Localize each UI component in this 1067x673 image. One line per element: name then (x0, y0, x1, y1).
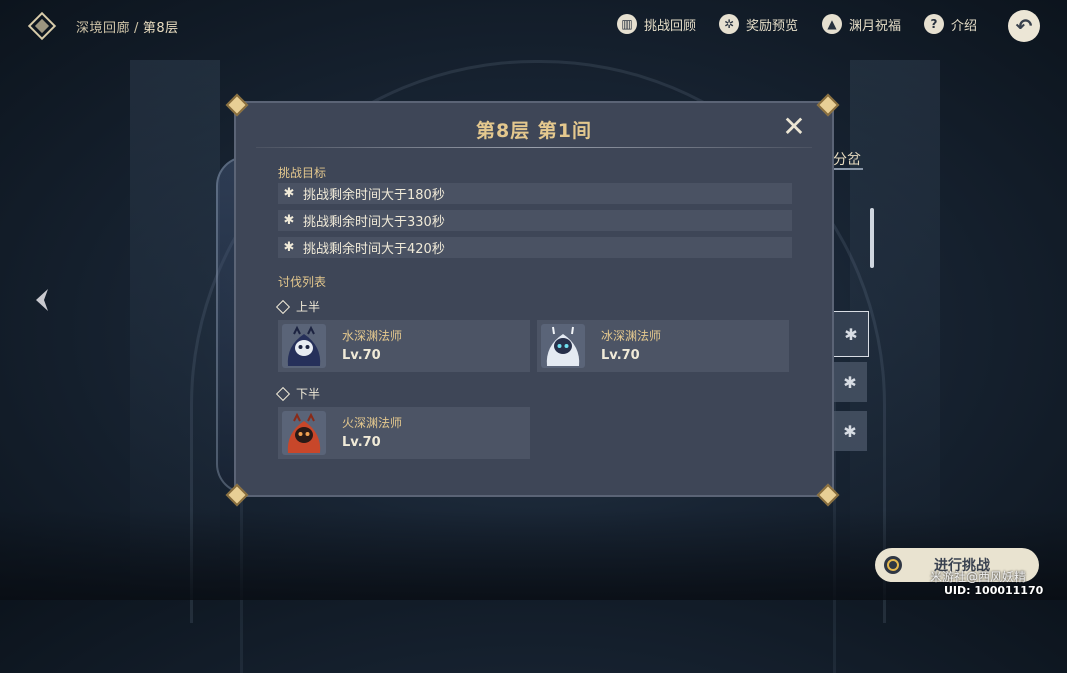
nav-intro[interactable]: ? 介绍 (924, 14, 977, 34)
star-icon: ✱ (283, 213, 295, 228)
enemy-name: 冰深渊法师 (601, 329, 662, 343)
cryo-abyss-mage-avatar (541, 324, 585, 368)
right-tab-branch[interactable]: 分岔 (833, 149, 861, 169)
breadcrumb-current: 第8层 (142, 21, 179, 36)
right-scrollbar[interactable] (870, 208, 874, 268)
breadcrumb-separator: / (134, 21, 139, 36)
breadcrumb: 深境回廊 / 第8层 (76, 17, 179, 36)
goals-heading: 挑战目标 (278, 166, 327, 180)
circle-icon (884, 556, 902, 574)
diamond-icon (275, 299, 291, 314)
enemy-name: 水深渊法师 (342, 329, 403, 343)
right-tab-underline (833, 168, 863, 170)
right-side-button-1[interactable]: ✱ (833, 311, 869, 357)
nav-blessing[interactable]: ▲ 渊月祝福 (822, 14, 901, 34)
goal-text: 挑战剩余时间大于420秒 (303, 242, 445, 257)
uid-label: UID: 100011170 (944, 584, 1044, 597)
diamond-icon (275, 386, 291, 401)
top-bar: 深境回廊 / 第8层 ▥ 挑战回顾 ✲ 奖励预览 ▲ 渊月祝福 ? 介绍 ↶ (0, 0, 1067, 52)
nav-challenge-review[interactable]: ▥ 挑战回顾 (617, 14, 696, 34)
hydro-abyss-mage-avatar (282, 324, 326, 368)
enemy-card-hydro-abyss-mage[interactable]: 水深渊法师 Lv.70 (278, 320, 530, 372)
star-icon: ✱ (843, 421, 857, 441)
enemy-card-pyro-abyss-mage[interactable]: 火深渊法师 Lv.70 (278, 407, 530, 459)
dialog-title: 第8层 第1间 (475, 120, 593, 142)
second-half-text: 下半 (296, 387, 321, 401)
star-icon: ✱ (283, 186, 295, 201)
enemies-heading: 讨伐列表 (278, 275, 327, 289)
back-button[interactable]: ↶ (1008, 10, 1040, 42)
nav-reward-preview[interactable]: ✲ 奖励预览 (719, 14, 798, 34)
goal-text: 挑战剩余时间大于180秒 (303, 188, 445, 203)
goal-row: ✱ 挑战剩余时间大于420秒 (278, 237, 792, 258)
watermark: 米游社@西风妖精 (930, 570, 1027, 584)
star-icon: ✱ (843, 372, 857, 392)
enemy-level: Lv.70 (601, 348, 640, 363)
book-icon: ▥ (617, 14, 637, 34)
goal-row: ✱ 挑战剩余时间大于180秒 (278, 183, 792, 204)
enemy-level: Lv.70 (342, 348, 381, 363)
breadcrumb-root[interactable]: 深境回廊 (76, 21, 130, 36)
enemy-name: 火深渊法师 (342, 416, 403, 430)
close-button[interactable]: ✕ (780, 113, 808, 141)
back-arrow-icon: ↶ (1015, 14, 1033, 38)
enemy-level: Lv.70 (342, 435, 381, 450)
nav-challenge-review-label: 挑战回顾 (644, 18, 697, 34)
first-half-label: 上半 (275, 298, 321, 315)
title-divider (256, 147, 812, 148)
up-arrow-icon: ▲ (822, 14, 842, 34)
star-icon: ✱ (283, 240, 295, 255)
goal-text: 挑战剩余时间大于330秒 (303, 215, 445, 230)
pyro-abyss-mage-avatar (282, 411, 326, 455)
question-icon: ? (924, 14, 944, 34)
nav-intro-label: 介绍 (951, 18, 978, 34)
previous-chamber-arrow-icon[interactable] (30, 286, 54, 314)
first-half-text: 上半 (296, 300, 321, 314)
right-side-button-3[interactable]: ✱ (833, 411, 867, 451)
chamber-detail-dialog: 第8层 第1间 ✕ 挑战目标 ✱ 挑战剩余时间大于180秒 ✱ 挑战剩余时间大于… (234, 101, 834, 497)
nav-blessing-label: 渊月祝福 (849, 18, 902, 34)
star-icon: ✱ (844, 324, 858, 344)
close-icon: ✕ (782, 110, 806, 143)
enemy-card-cryo-abyss-mage[interactable]: 冰深渊法师 Lv.70 (537, 320, 789, 372)
right-side-button-2[interactable]: ✱ (833, 362, 867, 402)
goal-row: ✱ 挑战剩余时间大于330秒 (278, 210, 792, 231)
gear-star-icon: ✲ (719, 14, 739, 34)
abyss-logo-icon (27, 11, 57, 41)
second-half-label: 下半 (275, 385, 321, 402)
nav-reward-preview-label: 奖励预览 (746, 18, 799, 34)
